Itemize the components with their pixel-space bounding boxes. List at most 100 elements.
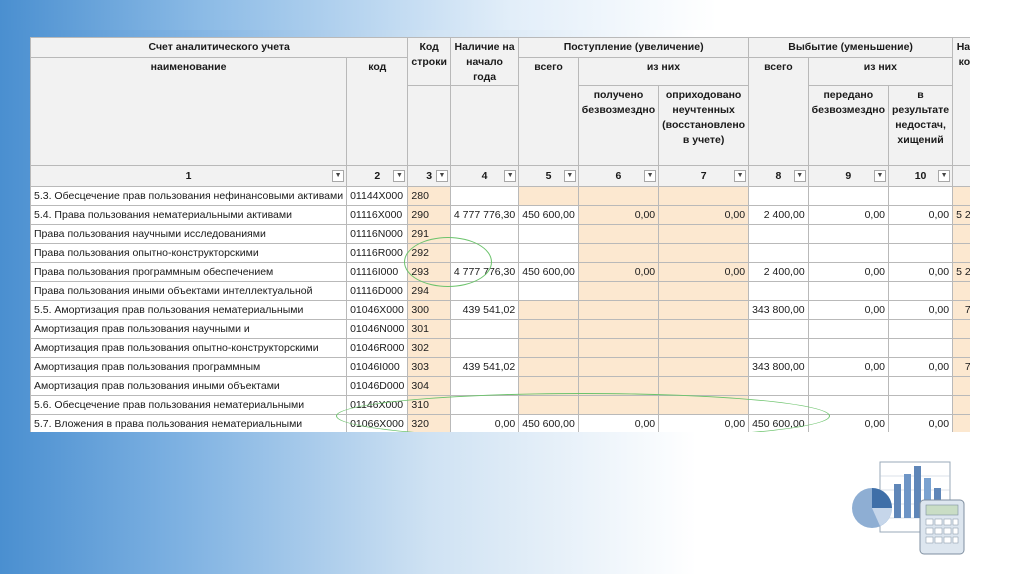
cell-outflow-shortage[interactable] xyxy=(887,395,954,415)
cell-outflow-shortage[interactable] xyxy=(887,243,954,263)
cell-line-code[interactable]: 303 xyxy=(407,357,451,377)
cell-income-unrecorded[interactable] xyxy=(658,357,750,377)
cell-income-unrecorded[interactable] xyxy=(658,319,750,339)
cell-outflow-total[interactable] xyxy=(748,338,809,358)
cell-outflow-free[interactable] xyxy=(807,319,890,339)
cell-name[interactable]: Права пользования программным обеспечени… xyxy=(30,262,348,282)
cell-end-balance[interactable] xyxy=(952,281,970,301)
cell-name[interactable]: Амортизация прав пользования иными объек… xyxy=(30,376,348,396)
cell-end-balance[interactable]: 5 225 976,30 xyxy=(952,205,970,225)
cell-income-total[interactable] xyxy=(518,281,579,301)
cell-code[interactable]: 01116R000 xyxy=(346,243,409,263)
cell-line-code[interactable]: 300 xyxy=(407,300,451,320)
header-start-balance[interactable]: Наличие на начало года xyxy=(449,37,520,86)
cell-outflow-shortage[interactable] xyxy=(887,338,954,358)
cell-income-free[interactable] xyxy=(577,338,660,358)
cell-end-balance[interactable]: 0,00 xyxy=(952,414,970,432)
cell-outflow-shortage[interactable]: 0,00 xyxy=(887,414,954,432)
cell-income-unrecorded[interactable]: 0,00 xyxy=(658,205,750,225)
cell-outflow-total[interactable] xyxy=(748,319,809,339)
cell-end-balance[interactable] xyxy=(952,319,970,339)
cell-end-balance[interactable] xyxy=(952,395,970,415)
cell-start-balance[interactable] xyxy=(449,186,520,206)
cell-code[interactable]: 01116X000 xyxy=(346,205,409,225)
cell-income-total[interactable] xyxy=(518,224,579,244)
cell-income-free[interactable] xyxy=(577,357,660,377)
cell-start-balance[interactable]: 4 777 776,30 xyxy=(449,205,520,225)
header-income-free[interactable]: получено безвозмездно xyxy=(577,85,660,166)
cell-income-unrecorded[interactable] xyxy=(658,243,750,263)
filter-dropdown-icon[interactable]: ▼ xyxy=(793,170,806,182)
header-name[interactable]: наименование xyxy=(30,57,348,166)
filter-dropdown-icon[interactable]: ▼ xyxy=(435,170,448,182)
cell-income-free[interactable] xyxy=(577,300,660,320)
cell-income-total[interactable] xyxy=(518,243,579,263)
cell-code[interactable]: 01046D000 xyxy=(346,376,409,396)
cell-code[interactable]: 01116D000 xyxy=(346,281,409,301)
cell-income-total[interactable] xyxy=(518,300,579,320)
cell-name[interactable]: Амортизация прав пользования опытно-конс… xyxy=(30,338,348,358)
cell-outflow-shortage[interactable]: 0,00 xyxy=(887,262,954,282)
cell-income-free[interactable]: 0,00 xyxy=(577,205,660,225)
cell-end-balance[interactable] xyxy=(952,338,970,358)
cell-outflow-total[interactable]: 2 400,00 xyxy=(748,205,809,225)
header-income-unrecorded[interactable]: оприходовано неучтенных (восстановлено в… xyxy=(658,85,750,166)
header-outflow-group[interactable]: Выбытие (уменьшение) xyxy=(748,37,954,58)
header-income-total[interactable]: всего xyxy=(518,57,579,166)
header-outflow-shortage[interactable]: в результате недостач, хищений xyxy=(887,85,954,166)
cell-name[interactable]: Права пользования иными объектами интелл… xyxy=(30,281,348,301)
cell-code[interactable]: 01144X000 xyxy=(346,186,409,206)
cell-income-unrecorded[interactable] xyxy=(658,376,750,396)
cell-outflow-total[interactable] xyxy=(748,281,809,301)
cell-outflow-total[interactable] xyxy=(748,224,809,244)
cell-outflow-shortage[interactable] xyxy=(887,319,954,339)
cell-name[interactable]: 5.5. Амортизация прав пользования немате… xyxy=(30,300,348,320)
cell-name[interactable]: 5.6. Обесцечение прав пользования немате… xyxy=(30,395,348,415)
cell-income-total[interactable] xyxy=(518,186,579,206)
cell-name[interactable]: Амортизация прав пользования научными и xyxy=(30,319,348,339)
cell-outflow-shortage[interactable]: 0,00 xyxy=(887,357,954,377)
cell-income-total[interactable]: 450 600,00 xyxy=(518,205,579,225)
cell-income-free[interactable] xyxy=(577,243,660,263)
cell-outflow-free[interactable]: 0,00 xyxy=(807,300,890,320)
column-number-5[interactable]: 5 ▼ xyxy=(518,165,579,187)
filter-dropdown-icon[interactable]: ▼ xyxy=(734,170,747,182)
filter-dropdown-icon[interactable]: ▼ xyxy=(874,170,886,182)
cell-outflow-free[interactable] xyxy=(807,281,890,301)
cell-income-free[interactable] xyxy=(577,281,660,301)
cell-income-total[interactable]: 450 600,00 xyxy=(518,262,579,282)
cell-income-total[interactable] xyxy=(518,357,579,377)
cell-name[interactable]: Права пользования научными исследованиям… xyxy=(30,224,348,244)
column-number-4[interactable]: 4 ▼ xyxy=(449,165,520,187)
header-outflow-of-them[interactable]: из них xyxy=(807,57,954,86)
cell-outflow-free[interactable]: 0,00 xyxy=(807,357,890,377)
header-end-balance[interactable]: Наличие на конец года xyxy=(952,37,970,166)
cell-line-code[interactable]: 302 xyxy=(407,338,451,358)
cell-income-unrecorded[interactable] xyxy=(658,281,750,301)
cell-end-balance[interactable]: 783 341,02 xyxy=(952,300,970,320)
header-line-code[interactable]: Код строки xyxy=(407,37,451,86)
cell-outflow-free[interactable] xyxy=(807,186,890,206)
cell-outflow-total[interactable]: 343 800,00 xyxy=(748,300,809,320)
cell-end-balance[interactable] xyxy=(952,186,970,206)
cell-code[interactable]: 01046I000 xyxy=(346,357,409,377)
cell-line-code[interactable]: 290 xyxy=(407,205,451,225)
cell-end-balance[interactable] xyxy=(952,224,970,244)
column-number-2[interactable]: 2 ▼ xyxy=(346,165,409,187)
column-number-1[interactable]: 1 ▼ xyxy=(30,165,348,187)
cell-end-balance[interactable]: 783 341,02 xyxy=(952,357,970,377)
cell-outflow-free[interactable] xyxy=(807,338,890,358)
cell-start-balance[interactable]: 439 541,02 xyxy=(449,300,520,320)
cell-outflow-shortage[interactable] xyxy=(887,376,954,396)
cell-income-unrecorded[interactable] xyxy=(658,300,750,320)
filter-dropdown-icon[interactable]: ▼ xyxy=(938,170,951,182)
cell-start-balance[interactable] xyxy=(449,319,520,339)
filter-dropdown-icon[interactable]: ▼ xyxy=(504,170,517,182)
filter-dropdown-icon[interactable]: ▼ xyxy=(393,170,406,182)
cell-income-total[interactable] xyxy=(518,338,579,358)
cell-line-code[interactable]: 301 xyxy=(407,319,451,339)
cell-income-total[interactable] xyxy=(518,319,579,339)
cell-outflow-shortage[interactable] xyxy=(887,186,954,206)
header-account-group[interactable]: Счет аналитического учета xyxy=(30,37,409,58)
cell-outflow-total[interactable]: 2 400,00 xyxy=(748,262,809,282)
